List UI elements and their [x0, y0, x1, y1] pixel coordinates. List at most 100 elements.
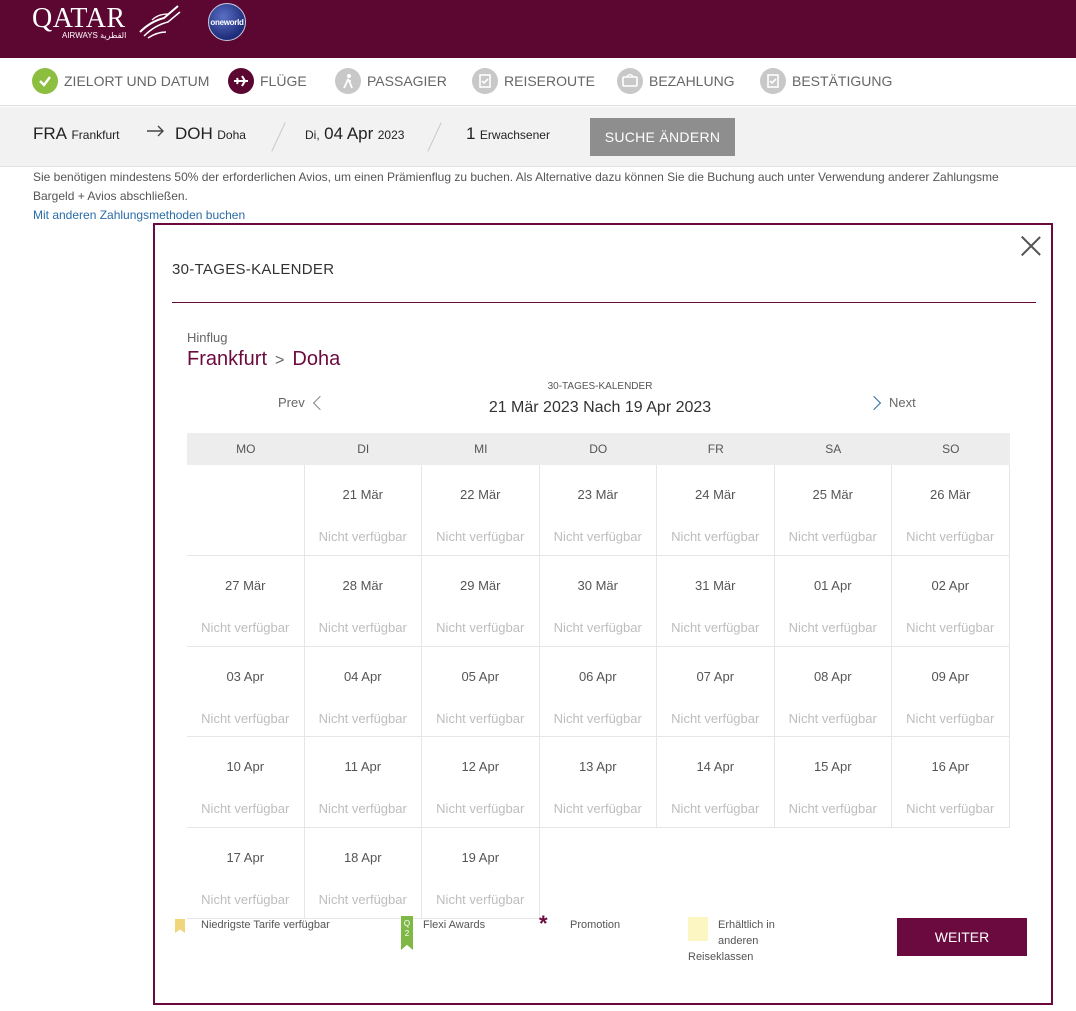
day-label: 02 Apr — [931, 577, 970, 593]
calendar-day-cell[interactable]: 02 Apr Nicht verfügbar — [892, 555, 1010, 647]
availability-label: Nicht verfügbar — [671, 529, 760, 544]
destination-code: DOH — [175, 124, 213, 143]
route-to: Doha — [292, 348, 341, 370]
day-label: 07 Apr — [696, 668, 735, 684]
step-label: FLÜGE — [260, 73, 307, 89]
day-label: 16 Apr — [931, 759, 970, 775]
logo-wordmark: QATAR — [32, 3, 126, 34]
other-payment-link[interactable]: Mit anderen Zahlungsmethoden buchen — [33, 208, 245, 222]
availability-label: Nicht verfügbar — [788, 529, 877, 544]
day-label: 03 Apr — [226, 668, 265, 684]
step-label: BEZAHLUNG — [649, 73, 735, 89]
calendar-day-cell[interactable]: 15 Apr Nicht verfügbar — [774, 737, 892, 829]
legend-other-class-1: Erhältlich in — [718, 919, 775, 931]
availability-label: Nicht verfügbar — [906, 801, 995, 817]
calendar-day-cell[interactable]: 23 Mär Nicht verfügbar — [539, 465, 657, 556]
airplane-icon — [228, 68, 254, 94]
continue-button[interactable]: WEITER — [897, 918, 1027, 956]
calendar-day-cell[interactable]: 03 Apr Nicht verfügbar — [187, 646, 305, 738]
availability-label: Nicht verfügbar — [436, 801, 525, 817]
prev-button[interactable]: Prev — [278, 395, 327, 410]
prev-label: Prev — [278, 395, 305, 410]
calendar-day-cell[interactable]: 30 Mär Nicht verfügbar — [539, 555, 657, 647]
legend-lowest-fare: Niedrigste Tarife verfügbar — [201, 919, 330, 931]
availability-label: Nicht verfügbar — [318, 801, 407, 817]
availability-label: Nicht verfügbar — [906, 529, 995, 544]
calendar-day-cell[interactable]: 10 Apr Nicht verfügbar — [187, 737, 305, 829]
day-label: 26 Mär — [930, 487, 971, 502]
weekday-label: SO — [942, 442, 960, 456]
availability-label: Nicht verfügbar — [318, 529, 407, 544]
calendar-day-cell[interactable]: 27 Mär Nicht verfügbar — [187, 555, 305, 647]
calendar-day-cell[interactable]: 29 Mär Nicht verfügbar — [422, 555, 540, 647]
origin-city: Frankfurt — [71, 128, 120, 142]
day-label: 28 Mär — [342, 577, 383, 593]
availability-label: Nicht verfügbar — [318, 710, 407, 726]
calendar-day-cell[interactable]: 06 Apr Nicht verfügbar — [539, 646, 657, 738]
availability-label: Nicht verfügbar — [788, 619, 877, 635]
day-label: 13 Apr — [578, 759, 617, 775]
next-button[interactable]: Next — [866, 395, 916, 410]
calendar-grid: MO DI MI DO FR SA SO 21 Mär Nicht verfügb… — [187, 433, 1010, 919]
calendar-day-cell[interactable]: 04 Apr Nicht verfügbar — [304, 646, 422, 738]
weekday-label: FR — [707, 442, 724, 456]
day-label: 17 Apr — [226, 850, 265, 866]
year: 2023 — [377, 128, 405, 142]
origin: FRA Frankfurt — [33, 124, 119, 144]
availability-label: Nicht verfügbar — [671, 619, 760, 635]
availability-label: Nicht verfügbar — [788, 801, 877, 817]
title-divider — [172, 302, 1036, 303]
arrow-right-icon — [146, 123, 166, 144]
availability-label: Nicht verfügbar — [553, 801, 642, 817]
day-label: 22 Mär — [460, 487, 501, 502]
calendar-day-cell[interactable]: 12 Apr Nicht verfügbar — [422, 737, 540, 829]
day-label: 05 Apr — [461, 668, 500, 684]
calendar-day-cell[interactable]: 11 Apr Nicht verfügbar — [304, 737, 422, 829]
calendar-day-cell[interactable]: 07 Apr Nicht verfügbar — [657, 646, 775, 738]
calendar-day-cell[interactable]: 25 Mär Nicht verfügbar — [774, 465, 892, 556]
calendar-day-cell[interactable]: 26 Mär Nicht verfügbar — [892, 465, 1010, 556]
availability-label: Nicht verfügbar — [906, 710, 995, 726]
calendar-day-cell[interactable]: 24 Mär Nicht verfügbar — [657, 465, 775, 556]
calendar-day-cell[interactable]: 05 Apr Nicht verfügbar — [422, 646, 540, 738]
step-payment: BEZAHLUNG — [617, 68, 735, 94]
legend-other-class-3: Reiseklassen — [688, 951, 754, 963]
close-icon[interactable] — [1020, 235, 1042, 257]
chevron-right-icon — [866, 395, 882, 410]
promotion-asterisk-icon: * — [539, 911, 548, 936]
step-passenger: PASSAGIER — [335, 68, 447, 94]
calendar-day-cell[interactable]: 28 Mär Nicht verfügbar — [304, 555, 422, 647]
other-class-swatch — [688, 917, 708, 941]
legend-other-class-2: anderen — [718, 935, 759, 947]
availability-label: Nicht verfügbar — [201, 619, 290, 635]
day-label: 23 Mär — [577, 487, 618, 502]
change-search-button[interactable]: SUCHE ÄNDERN — [590, 118, 735, 156]
notice-line-1: Sie benötigen mindestens 50% der erforde… — [33, 170, 999, 184]
route-from: Frankfurt — [187, 348, 268, 370]
destination: DOH Doha — [175, 124, 246, 144]
calendar-day-cell[interactable]: 22 Mär Nicht verfügbar — [422, 465, 540, 556]
calendar-day-cell[interactable]: 31 Mär Nicht verfügbar — [657, 555, 775, 647]
calendar-day-cell[interactable]: 08 Apr Nicht verfügbar — [774, 646, 892, 738]
day-label: 04 Apr — [343, 668, 382, 684]
payment-icon — [617, 68, 643, 94]
step-label: PASSAGIER — [367, 73, 447, 89]
calendar-day-cell[interactable]: 13 Apr Nicht verfügbar — [539, 737, 657, 829]
chevron-right-icon: > — [275, 352, 285, 369]
legend-flexi-awards: Flexi Awards — [423, 919, 486, 931]
calendar-day-cell[interactable]: 14 Apr Nicht verfügbar — [657, 737, 775, 829]
logo-subtext: AIRWAYS القطرية — [62, 31, 127, 40]
availability-label: Nicht verfügbar — [553, 619, 642, 635]
calendar-day-cell[interactable]: 01 Apr Nicht verfügbar — [774, 555, 892, 647]
calendar-day-cell[interactable]: 16 Apr Nicht verfügbar — [892, 737, 1010, 829]
day-label: 08 Apr — [813, 668, 852, 684]
availability-label: Nicht verfügbar — [201, 710, 290, 726]
day-label: 15 Apr — [813, 759, 852, 775]
calendar-day-cell[interactable]: 18 Apr Nicht verfügbar — [304, 828, 422, 919]
calendar-day-cell[interactable]: 09 Apr Nicht verfügbar — [892, 646, 1010, 738]
qatar-airways-logo[interactable]: QATAR AIRWAYS القطرية — [32, 3, 181, 40]
step-destination-date[interactable]: ZIELORT UND DATUM — [32, 68, 209, 94]
calendar-day-cell[interactable]: 17 Apr Nicht verfügbar — [187, 828, 305, 919]
calendar-day-cell[interactable]: 19 Apr Nicht verfügbar — [422, 828, 540, 919]
calendar-day-cell[interactable]: 21 Mär Nicht verfügbar — [304, 465, 422, 556]
